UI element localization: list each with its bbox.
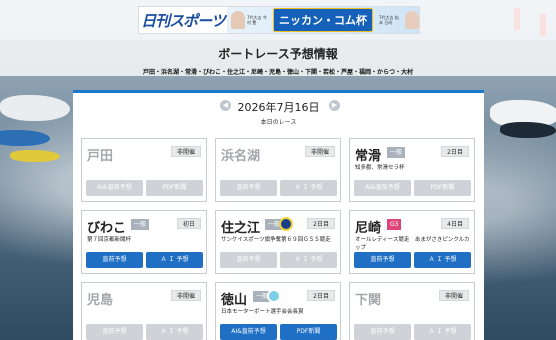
promo-ad: 7代大吉 今村 豊 ニッカン・コム杯 7代大吉 松本 日向 bbox=[227, 7, 419, 33]
boat-shape bbox=[500, 122, 556, 138]
venue-name[interactable]: 児島 bbox=[87, 289, 113, 308]
status-badge: 非開催 bbox=[170, 146, 201, 157]
pdf-newspaper-button[interactable]: PDF新聞 bbox=[280, 324, 337, 340]
venue-card-amagasaki: 尼崎 G3 4日目 オールレディース競走 あまがさきピンクルカップ 直前予想 Ａ… bbox=[349, 210, 475, 274]
race-title: 第７回京都新聞杯 bbox=[87, 237, 132, 243]
button-row: 直前予想 Ａ Ｉ 予想 bbox=[354, 324, 471, 340]
button-row: 直前予想 Ａ Ｉ 予想 bbox=[220, 252, 337, 268]
pre-race-prediction-button[interactable]: 直前予想 bbox=[86, 324, 143, 340]
status-badge: 2日目 bbox=[441, 146, 469, 157]
status-badge: 非開催 bbox=[170, 290, 201, 301]
venue-card-hamanako: 浜名湖 非開催 直前予想 Ａ Ｉ 予想 bbox=[215, 138, 341, 202]
sponsor-banner[interactable]: 日刊スポーツ 7代大吉 今村 豊 ニッカン・コム杯 7代大吉 松本 日向 bbox=[138, 6, 420, 34]
race-panel: ◀ 2026年7月16日 ▶ 本日のレース 戸田 非開催 AI&直前予想 PDF… bbox=[73, 90, 484, 340]
venue-name[interactable]: 下関 bbox=[355, 289, 381, 308]
status-badge: 初日 bbox=[176, 218, 201, 229]
button-row: 直前予想 Ａ Ｉ 予想 bbox=[86, 252, 203, 268]
title-strip: ボートレース予想情報 戸田・浜名湖・常滑・びわこ・住之江・尼崎・児島・徳山・下関… bbox=[0, 40, 556, 76]
venue-card-tokuyama: 徳山 一般 2日目 日本モーターボート選手会会長賞 AI&直前予想 PDF新聞 bbox=[215, 282, 341, 340]
pre-race-prediction-button[interactable]: 直前予想 bbox=[86, 252, 143, 268]
button-row: 直前予想 Ａ Ｉ 予想 bbox=[220, 180, 337, 196]
venue-card-shimonoseki: 下関 非開催 直前予想 Ａ Ｉ 予想 bbox=[349, 282, 475, 340]
pdf-newspaper-button[interactable]: PDF新聞 bbox=[414, 180, 471, 196]
venue-card-kojima: 児島 非開催 直前予想 Ａ Ｉ 予想 bbox=[81, 282, 207, 340]
top-banner: 日刊スポーツ 7代大吉 今村 豊 ニッカン・コム杯 7代大吉 松本 日向 bbox=[0, 0, 556, 40]
boat-shape bbox=[10, 150, 60, 162]
today-races-label: 本日のレース bbox=[260, 119, 297, 126]
next-day-icon[interactable]: ▶ bbox=[329, 100, 340, 111]
pre-race-prediction-button[interactable]: 直前予想 bbox=[220, 180, 277, 196]
pre-race-prediction-button[interactable]: 直前予想 bbox=[354, 252, 411, 268]
venue-name[interactable]: 徳山 bbox=[221, 289, 247, 308]
status-badge: 非開催 bbox=[304, 146, 335, 157]
ai-prediction-button[interactable]: AI&直前予想 bbox=[354, 180, 411, 196]
grade-badge: 一般 bbox=[131, 219, 150, 230]
status-badge: 非開催 bbox=[438, 290, 469, 301]
pre-race-prediction-button[interactable]: 直前予想 bbox=[354, 324, 411, 340]
prev-day-icon[interactable]: ◀ bbox=[220, 100, 231, 111]
boat-shape bbox=[0, 95, 70, 121]
venue-name[interactable]: 尼崎 bbox=[355, 217, 381, 236]
race-title: 知多郡、常滑セラ杯 bbox=[355, 165, 405, 171]
venue-name[interactable]: 常滑 bbox=[355, 145, 381, 164]
status-badge: 4日目 bbox=[441, 218, 469, 229]
promo-cup-title: ニッカン・コム杯 bbox=[273, 8, 373, 32]
button-row: AI&直前予想 PDF新聞 bbox=[220, 324, 337, 340]
venue-name[interactable]: 戸田 bbox=[87, 145, 113, 164]
ai-prediction-button[interactable]: Ａ Ｉ 予想 bbox=[146, 252, 203, 268]
page-title: ボートレース予想情報 bbox=[218, 47, 338, 61]
ai-prediction-button[interactable]: Ａ Ｉ 予想 bbox=[414, 324, 471, 340]
venue-card-suminoe: 住之江 一般 2日目 サンケイスポーツ旗争奪第６９回ＧＳＳ競走 直前予想 Ａ Ｉ… bbox=[215, 210, 341, 274]
venue-name[interactable]: 住之江 bbox=[221, 217, 260, 236]
mascot-icon bbox=[267, 289, 281, 303]
venue-card-biwako: びわこ 一般 初日 第７回京都新聞杯 直前予想 Ａ Ｉ 予想 bbox=[81, 210, 207, 274]
status-badge: 2日目 bbox=[307, 218, 335, 229]
promo-caption-right: 7代大吉 松本 日向 bbox=[379, 15, 399, 25]
race-title: サンケイスポーツ旗争奪第６９回ＧＳＳ競走 bbox=[221, 237, 331, 243]
venue-name[interactable]: びわこ bbox=[87, 217, 126, 236]
boat-shape bbox=[0, 130, 50, 146]
venue-list: 戸田・浜名湖・常滑・びわこ・住之江・尼崎・児島・徳山・下関・若松・芦屋・福岡・か… bbox=[142, 69, 413, 76]
ai-prediction-button[interactable]: Ａ Ｉ 予想 bbox=[280, 180, 337, 196]
mascot-icon bbox=[279, 217, 293, 231]
button-row: AI&直前予想 PDF新聞 bbox=[354, 180, 471, 196]
ai-prediction-button[interactable]: Ａ Ｉ 予想 bbox=[414, 252, 471, 268]
ai-prediction-button[interactable]: Ａ Ｉ 予想 bbox=[280, 252, 337, 268]
race-title: 日本モーターボート選手会会長賞 bbox=[221, 309, 304, 315]
ai-prediction-button[interactable]: AI&直前予想 bbox=[86, 180, 143, 196]
venue-name[interactable]: 浜名湖 bbox=[221, 145, 260, 164]
button-row: 直前予想 Ａ Ｉ 予想 bbox=[86, 324, 203, 340]
pdf-newspaper-button[interactable]: PDF新聞 bbox=[146, 180, 203, 196]
status-badge: 2日目 bbox=[307, 290, 335, 301]
date-nav: ◀ 2026年7月16日 ▶ 本日のレース bbox=[73, 93, 484, 126]
ai-prediction-button[interactable]: Ａ Ｉ 予想 bbox=[146, 324, 203, 340]
race-title: オールレディース競走 あまがさきピンクルカップ bbox=[355, 237, 470, 251]
person-photo bbox=[231, 11, 245, 29]
ai-prediction-button[interactable]: AI&直前予想 bbox=[220, 324, 277, 340]
grade-badge: 一般 bbox=[387, 147, 406, 158]
grade-badge: G3 bbox=[387, 219, 402, 230]
promo-caption-left: 7代大吉 今村 豊 bbox=[247, 15, 267, 25]
button-row: 直前予想 Ａ Ｉ 予想 bbox=[354, 252, 471, 268]
venue-grid: 戸田 非開催 AI&直前予想 PDF新聞 浜名湖 非開催 直前予想 Ａ Ｉ 予想… bbox=[81, 138, 476, 340]
venue-card-tokoname: 常滑 一般 2日目 知多郡、常滑セラ杯 AI&直前予想 PDF新聞 bbox=[349, 138, 475, 202]
pre-race-prediction-button[interactable]: 直前予想 bbox=[220, 252, 277, 268]
person-photo bbox=[405, 11, 419, 29]
current-date: 2026年7月16日 bbox=[237, 101, 320, 114]
venue-card-toda: 戸田 非開催 AI&直前予想 PDF新聞 bbox=[81, 138, 207, 202]
button-row: AI&直前予想 PDF新聞 bbox=[86, 180, 203, 196]
nikkan-sports-logo: 日刊スポーツ bbox=[141, 11, 226, 30]
